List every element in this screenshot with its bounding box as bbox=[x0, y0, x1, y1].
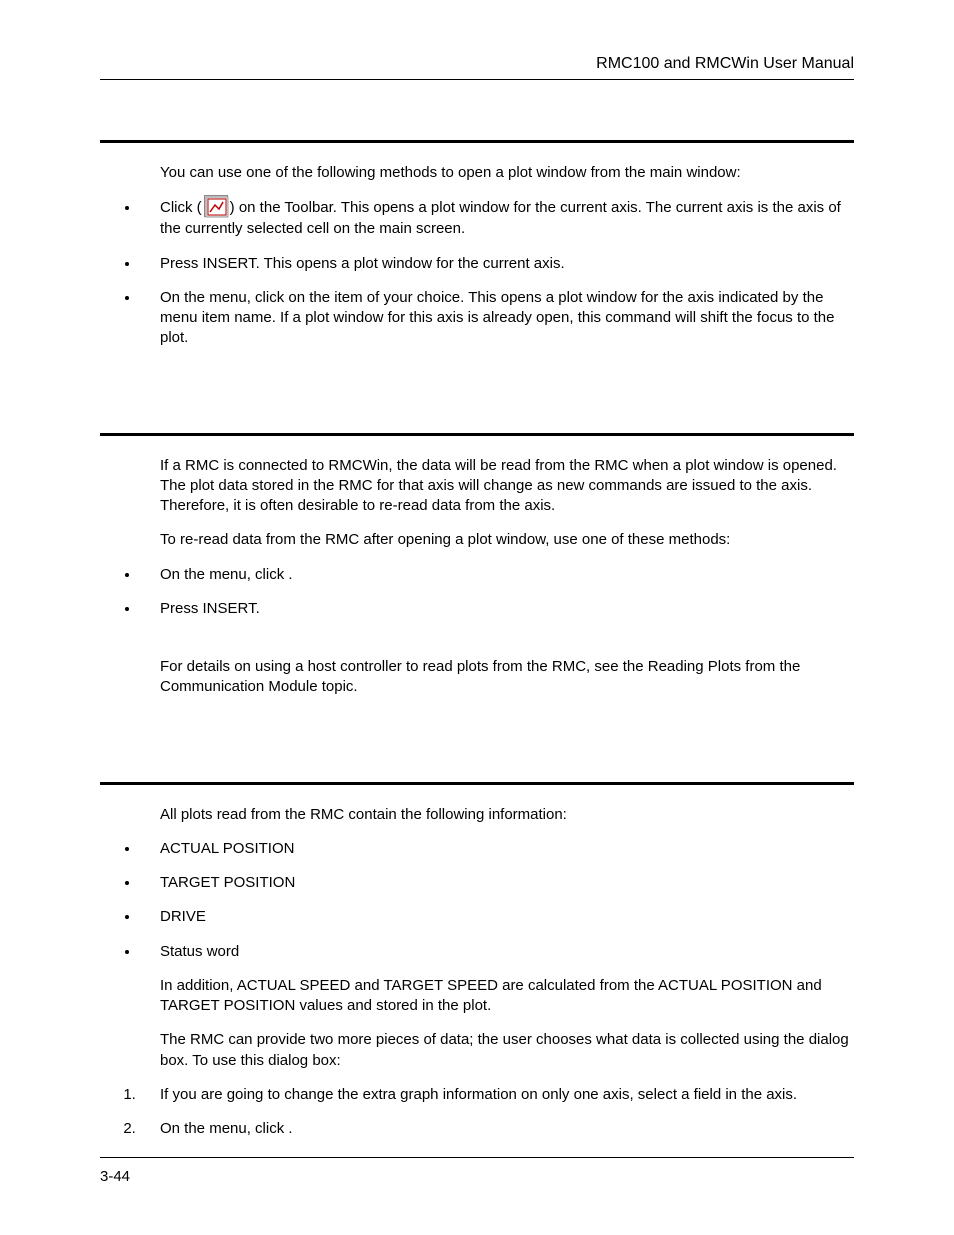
s3-intro: All plots read from the RMC contain the … bbox=[160, 805, 854, 825]
s1-intro: You can use one of the following methods… bbox=[160, 163, 854, 183]
s1-bullet-click-plots: Click () on the Toolbar. This opens a pl… bbox=[140, 197, 854, 239]
s1-b1-c: ( bbox=[197, 199, 202, 216]
s3-list: ACTUAL POSITION TARGET POSITION DRIVE St… bbox=[140, 839, 854, 962]
s3-bullet-target-position: TARGET POSITION bbox=[140, 873, 854, 893]
s3-bullet-drive: DRIVE bbox=[140, 907, 854, 927]
s2-p2: To re-read data from the RMC after openi… bbox=[160, 530, 854, 550]
s3-p1: In addition, ACTUAL SPEED and TARGET SPE… bbox=[160, 976, 854, 1017]
s2-b2: Press INSERT. bbox=[160, 599, 854, 619]
header: RMC100 and RMCWin User Manual bbox=[100, 55, 854, 80]
section-rule-3 bbox=[100, 782, 854, 785]
s3-n2-a: On the bbox=[160, 1120, 209, 1137]
page-number: 3-44 bbox=[100, 1168, 130, 1185]
s1-b1-d: ) on the Toolbar. This opens a plot wind… bbox=[160, 199, 841, 237]
s3-bullet-actual-position: ACTUAL POSITION bbox=[140, 839, 854, 859]
s1-b3-c: menu, click on the bbox=[209, 289, 334, 306]
s2-b1-a: On the bbox=[160, 566, 209, 583]
s1-b2: Press INSERT. This opens a plot window f… bbox=[160, 254, 854, 274]
s1-bullet-window-menu: On the menu, click on the item of your c… bbox=[140, 288, 854, 349]
s1-b1-a: Click bbox=[160, 199, 193, 216]
s3-bullet-status-word: Status word bbox=[140, 942, 854, 962]
s2-bullet-data-menu: On the menu, click . bbox=[140, 565, 854, 585]
section-rule-2 bbox=[100, 433, 854, 436]
s3-numlist: If you are going to change the extra gra… bbox=[140, 1085, 854, 1140]
s3-step-1: If you are going to change the extra gra… bbox=[140, 1085, 854, 1105]
page: RMC100 and RMCWin User Manual You can us… bbox=[0, 0, 954, 1235]
s2-b1-c: menu, click bbox=[209, 566, 288, 583]
s2-p3: For details on using a host controller t… bbox=[160, 657, 854, 698]
s3-p2-a: The RMC can provide two more pieces of d… bbox=[160, 1031, 809, 1048]
s3-p2: The RMC can provide two more pieces of d… bbox=[160, 1030, 854, 1071]
footer: 3-44 bbox=[100, 1157, 854, 1185]
s3-n2-e: . bbox=[288, 1120, 292, 1137]
s2-b1-e: . bbox=[288, 566, 292, 583]
s2-list: On the menu, click . Press INSERT. bbox=[140, 565, 854, 620]
s2-p1: If a RMC is connected to RMCWin, the dat… bbox=[160, 456, 854, 517]
s1-list: Click () on the Toolbar. This opens a pl… bbox=[140, 197, 854, 348]
s3-step-2: On the menu, click . bbox=[140, 1119, 854, 1139]
s3-n2-c: menu, click bbox=[209, 1120, 288, 1137]
s2-bullet-press-insert: Press INSERT. bbox=[140, 599, 854, 619]
section-rule-1 bbox=[100, 140, 854, 143]
header-title: RMC100 and RMCWin User Manual bbox=[100, 55, 854, 73]
s1-bullet-press-insert: Press INSERT. This opens a plot window f… bbox=[140, 254, 854, 274]
plots-toolbar-icon bbox=[204, 195, 228, 217]
s1-b3-a: On the bbox=[160, 289, 209, 306]
